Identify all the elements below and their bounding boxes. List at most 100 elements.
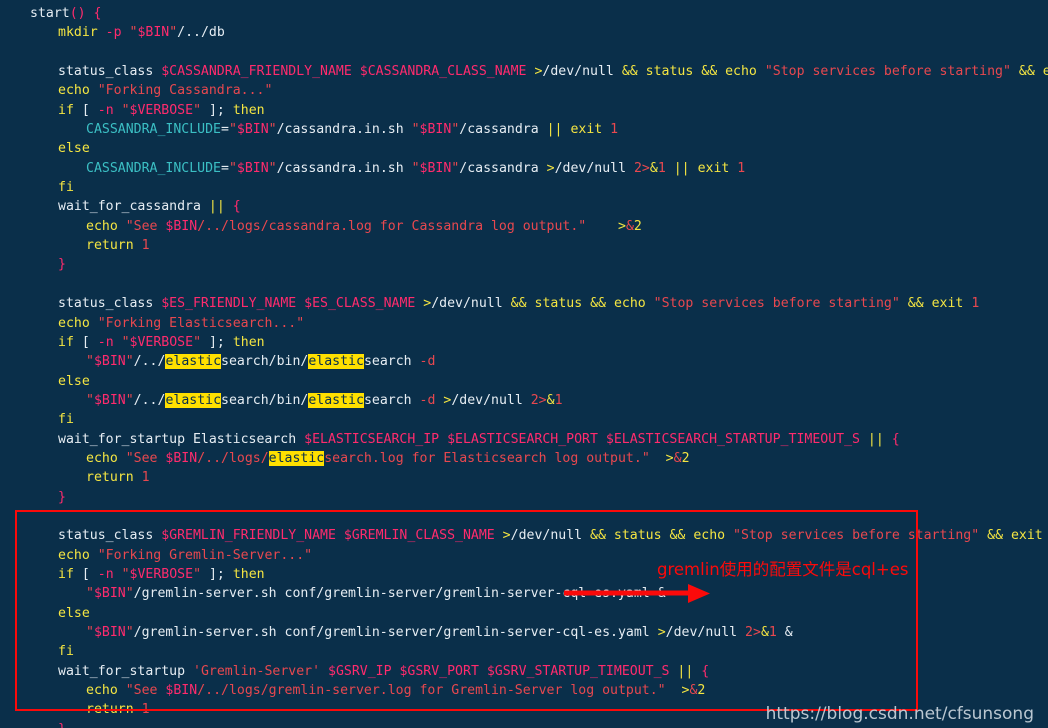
code-line[interactable]: if [ -n "$VERBOSE" ]; then [0, 101, 1048, 120]
code-line[interactable]: echo "Forking Elasticsearch..." [0, 314, 1048, 333]
code-line[interactable]: echo "Forking Cassandra..." [0, 81, 1048, 100]
code-token: 2> [633, 160, 650, 176]
code-token: > [618, 218, 626, 234]
code-line[interactable]: "$BIN"/../elasticsearch/bin/elasticsearc… [0, 352, 1048, 371]
code-token: [ [81, 566, 90, 582]
code-line[interactable]: CASSANDRA_INCLUDE="$BIN"/cassandra.in.sh… [0, 159, 1048, 178]
code-token: $GREMLIN_FRIENDLY_NAME [161, 528, 336, 544]
code-line[interactable]: status_class $CASSANDRA_FRIENDLY_NAME $C… [0, 62, 1048, 81]
code-line[interactable]: fi [0, 642, 1048, 661]
code-token: else [58, 141, 90, 157]
code-line[interactable]: wait_for_startup Elasticsearch $ELASTICS… [0, 430, 1048, 449]
code-token: exit [1010, 528, 1043, 544]
code-line[interactable]: echo "See $BIN/../logs/cassandra.log for… [0, 217, 1048, 236]
code-line[interactable]: echo "See $BIN/../logs/gremlin-server.lo… [0, 681, 1048, 700]
code-line[interactable]: fi [0, 178, 1048, 197]
code-line[interactable]: status_class $GREMLIN_FRIENDLY_NAME $GRE… [0, 526, 1048, 545]
code-token: /../logs/ [197, 450, 269, 466]
code-token: echo [86, 450, 118, 466]
search-match-highlight: elastic [308, 354, 364, 370]
code-token: & [673, 450, 682, 466]
search-match-highlight: elastic [165, 354, 222, 370]
code-token: } [58, 722, 66, 728]
code-line[interactable]: wait_for_startup 'Gremlin-Server' $GSRV_… [0, 662, 1048, 681]
code-line[interactable]: mkdir -p "$BIN"/../db [0, 23, 1048, 42]
code-token: exit [570, 122, 603, 138]
code-token: " [169, 25, 178, 41]
code-line[interactable]: else [0, 604, 1048, 623]
code-token: exit [1042, 64, 1048, 80]
code-view[interactable]: start() {mkdir -p "$BIN"/../db status_cl… [0, 0, 1048, 728]
code-line[interactable]: "$BIN"/gremlin-server.sh conf/gremlin-se… [0, 623, 1048, 642]
code-line[interactable]: echo "See $BIN/../logs/elasticsearch.log… [0, 449, 1048, 468]
code-token: $ES_FRIENDLY_NAME [161, 296, 297, 312]
code-token: 1 [768, 625, 777, 640]
code-token: $BIN [419, 122, 452, 138]
code-line[interactable]: else [0, 372, 1048, 391]
code-token: then [232, 566, 265, 582]
code-token: /cassandra [459, 160, 547, 176]
code-token: () [69, 6, 86, 21]
code-line[interactable]: wait_for_cassandra || { [0, 197, 1048, 216]
code-line[interactable] [0, 507, 1048, 526]
code-token: $BIN [165, 683, 198, 699]
code-token: fi [58, 412, 74, 428]
code-line[interactable] [0, 43, 1048, 62]
code-token: & [760, 625, 769, 640]
code-line[interactable]: start() { [0, 4, 1048, 23]
code-token: search.log for Elasticsearch log output.… [324, 450, 650, 466]
code-token: "See [125, 450, 166, 466]
code-token: " [121, 102, 130, 118]
code-token: } [58, 489, 66, 505]
code-line[interactable]: if [ -n "$VERBOSE" ]; then [0, 333, 1048, 352]
code-token: /dev/null [510, 528, 583, 544]
code-token: && [590, 296, 606, 312]
code-token: echo [693, 528, 726, 544]
code-line[interactable]: } [0, 255, 1048, 274]
code-line[interactable]: return 1 [0, 236, 1048, 255]
code-token: "Stop services before starting" [764, 64, 1011, 80]
code-token: { [701, 663, 710, 679]
code-line[interactable] [0, 275, 1048, 294]
code-token: > [657, 625, 666, 640]
code-token: || [546, 122, 563, 138]
code-line[interactable]: fi [0, 410, 1048, 429]
code-line[interactable]: } [0, 488, 1048, 507]
code-token: status [645, 64, 694, 80]
code-token: -n [97, 566, 114, 582]
code-token: exit [931, 296, 964, 312]
code-line[interactable]: "$BIN"/../elasticsearch/bin/elasticsearc… [0, 391, 1048, 410]
code-line[interactable]: "$BIN"/gremlin-server.sh conf/gremlin-se… [0, 584, 1048, 603]
code-line[interactable]: else [0, 139, 1048, 158]
code-token: then [232, 334, 265, 350]
code-token: $BIN [93, 354, 126, 370]
code-line[interactable]: CASSANDRA_INCLUDE="$BIN"/cassandra.in.sh… [0, 120, 1048, 139]
code-token: $VERBOSE [129, 566, 194, 582]
code-token: 2 [681, 450, 690, 466]
code-line[interactable]: status_class $ES_FRIENDLY_NAME $ES_CLASS… [0, 294, 1048, 313]
code-token: " [193, 102, 202, 118]
code-token: $ES_CLASS_NAME [304, 296, 416, 312]
code-token: wait_for_startup [58, 663, 186, 679]
code-token: " [125, 625, 134, 640]
code-line[interactable]: return 1 [0, 468, 1048, 487]
code-token: CASSANDRA_INCLUDE [86, 122, 221, 138]
code-token: $GSRV_PORT [399, 663, 479, 679]
